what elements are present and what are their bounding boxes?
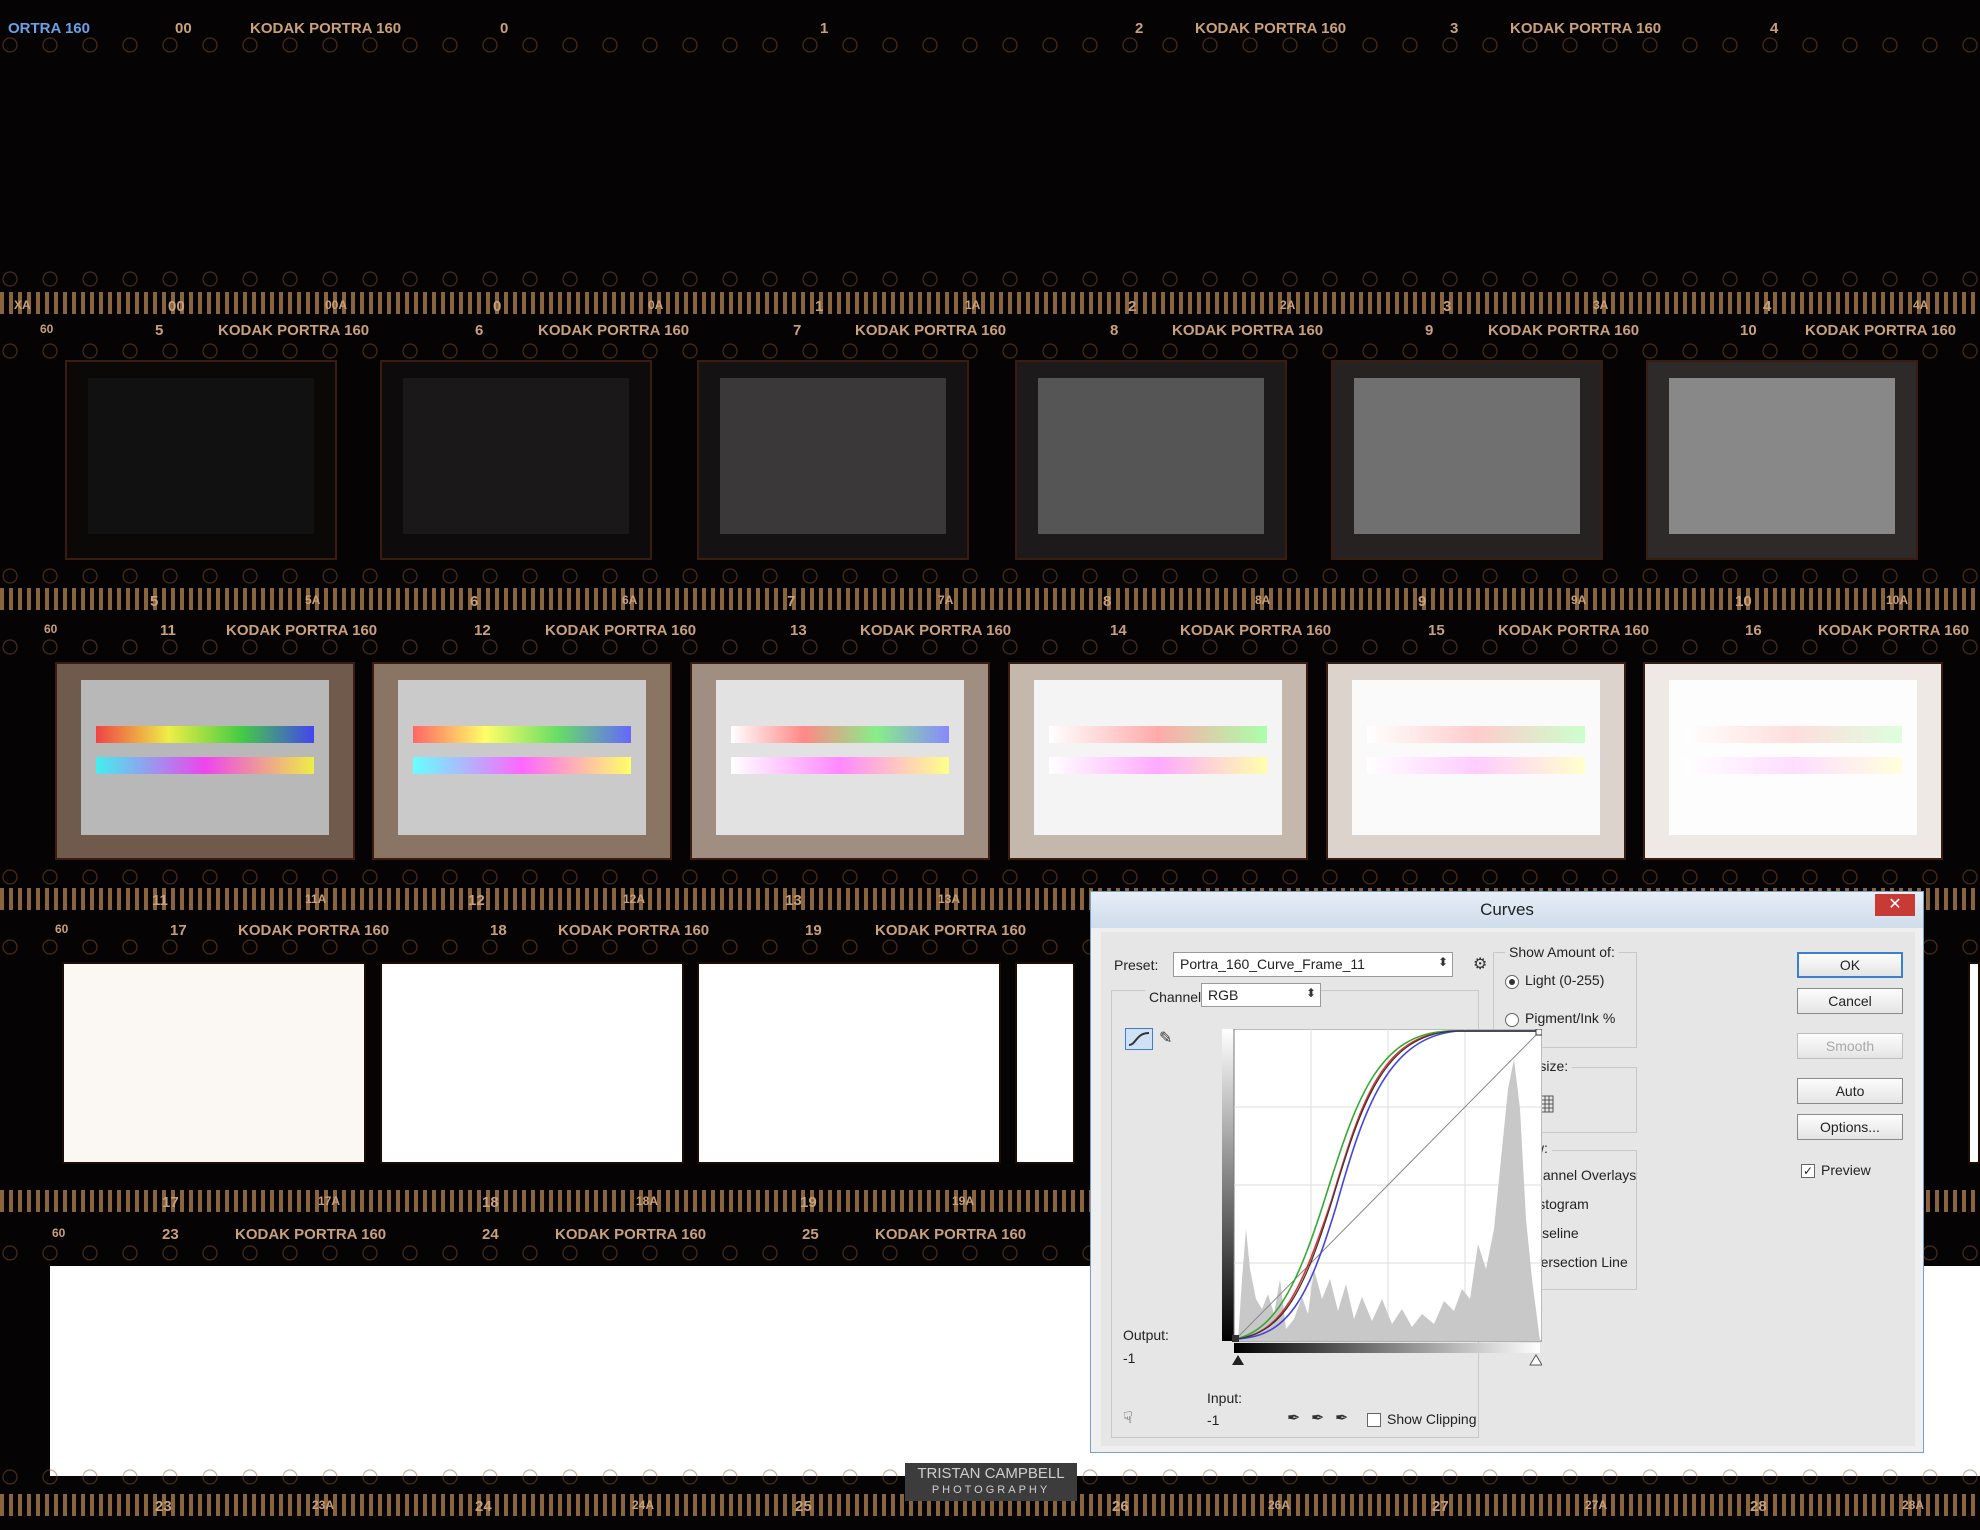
preset-label: Preset: xyxy=(1114,957,1159,973)
sprocket-holes xyxy=(0,340,1980,362)
targeted-adjustment-icon[interactable]: ☟ xyxy=(1123,1408,1133,1428)
frame-19 xyxy=(697,962,1001,1164)
curve-graph[interactable] xyxy=(1222,1029,1542,1347)
output-gradient-bar xyxy=(1222,1029,1234,1341)
dialog-title: Curves xyxy=(1480,900,1534,919)
film-strip-2: 60 11 KODAK PORTRA 160 12 KODAK PORTRA 1… xyxy=(0,612,1980,912)
channel-select[interactable]: RGB xyxy=(1201,983,1321,1007)
preset-select[interactable]: Portra_160_Curve_Frame_11 xyxy=(1173,952,1453,977)
frame-8 xyxy=(1015,360,1287,560)
black-point-handle[interactable] xyxy=(1232,1335,1239,1342)
pencil-icon[interactable]: ✎ xyxy=(1159,1028,1172,1048)
frame-11 xyxy=(55,662,355,860)
photographer-watermark: TRISTAN CAMPBELL PHOTOGRAPHY xyxy=(905,1463,1077,1501)
sprocket-holes xyxy=(0,34,1980,56)
black-input-slider[interactable] xyxy=(1232,1355,1244,1365)
frame-7 xyxy=(697,360,969,560)
options-button[interactable]: Options... xyxy=(1797,1114,1903,1140)
frame-14 xyxy=(1008,662,1308,860)
white-point-handle[interactable] xyxy=(1535,1029,1542,1036)
frame-22-partial xyxy=(1968,962,1980,1164)
pigment-label: Pigment/Ink % xyxy=(1525,1010,1616,1026)
output-value: -1 xyxy=(1123,1350,1136,1366)
smooth-button[interactable]: Smooth xyxy=(1797,1033,1903,1059)
frame-20-partial xyxy=(1015,962,1075,1164)
show-clipping-label: Show Clipping xyxy=(1387,1411,1477,1427)
frame-16 xyxy=(1643,662,1943,860)
frame-6 xyxy=(380,360,652,560)
frame-5 xyxy=(65,360,337,560)
frame-12 xyxy=(372,662,672,860)
cancel-button[interactable]: Cancel xyxy=(1797,988,1903,1014)
frame-9 xyxy=(1331,360,1603,560)
frame-15 xyxy=(1326,662,1626,860)
input-gradient-slider[interactable] xyxy=(1232,1343,1542,1373)
close-button[interactable]: ✕ xyxy=(1875,894,1915,916)
light-label: Light (0-255) xyxy=(1525,972,1605,988)
channel-label: Channel: xyxy=(1145,989,1210,1005)
show-amount-label: Show Amount of: xyxy=(1505,944,1619,960)
input-value: -1 xyxy=(1207,1412,1220,1428)
film-strip-1: 60 5 KODAK PORTRA 160 6 KODAK PORTRA 160… xyxy=(0,310,1980,610)
show-clipping-checkbox[interactable] xyxy=(1367,1413,1381,1427)
white-input-slider[interactable] xyxy=(1529,1354,1542,1366)
frame-17 xyxy=(62,962,366,1164)
white-point-eyedropper-icon[interactable]: ✒ xyxy=(1335,1408,1348,1428)
frame-18 xyxy=(380,962,684,1164)
input-label: Input: xyxy=(1207,1390,1243,1406)
black-point-eyedropper-icon[interactable]: ✒ xyxy=(1287,1408,1300,1428)
pigment-radio[interactable] xyxy=(1505,1013,1519,1027)
frame-10 xyxy=(1646,360,1918,560)
gear-icon[interactable]: ⚙ xyxy=(1473,954,1487,974)
preview-label: Preview xyxy=(1821,1162,1871,1178)
light-radio[interactable] xyxy=(1505,975,1519,989)
sprocket-holes xyxy=(0,636,1980,658)
output-label: Output: xyxy=(1123,1327,1169,1343)
sprocket-holes xyxy=(0,268,1980,290)
frame-13 xyxy=(690,662,990,860)
gray-point-eyedropper-icon[interactable]: ✒ xyxy=(1311,1408,1324,1428)
sprocket-holes xyxy=(0,565,1980,587)
auto-button[interactable]: Auto xyxy=(1797,1078,1903,1104)
ok-button[interactable]: OK xyxy=(1797,952,1903,978)
dialog-titlebar[interactable]: Curves ✕ xyxy=(1091,892,1923,928)
curve-tool-icon[interactable] xyxy=(1125,1028,1153,1050)
preview-checkbox[interactable]: ✓ xyxy=(1801,1164,1815,1178)
film-strip-top: ORTRA 160 00 KODAK PORTRA 160 0 1 2 KODA… xyxy=(0,0,1980,314)
